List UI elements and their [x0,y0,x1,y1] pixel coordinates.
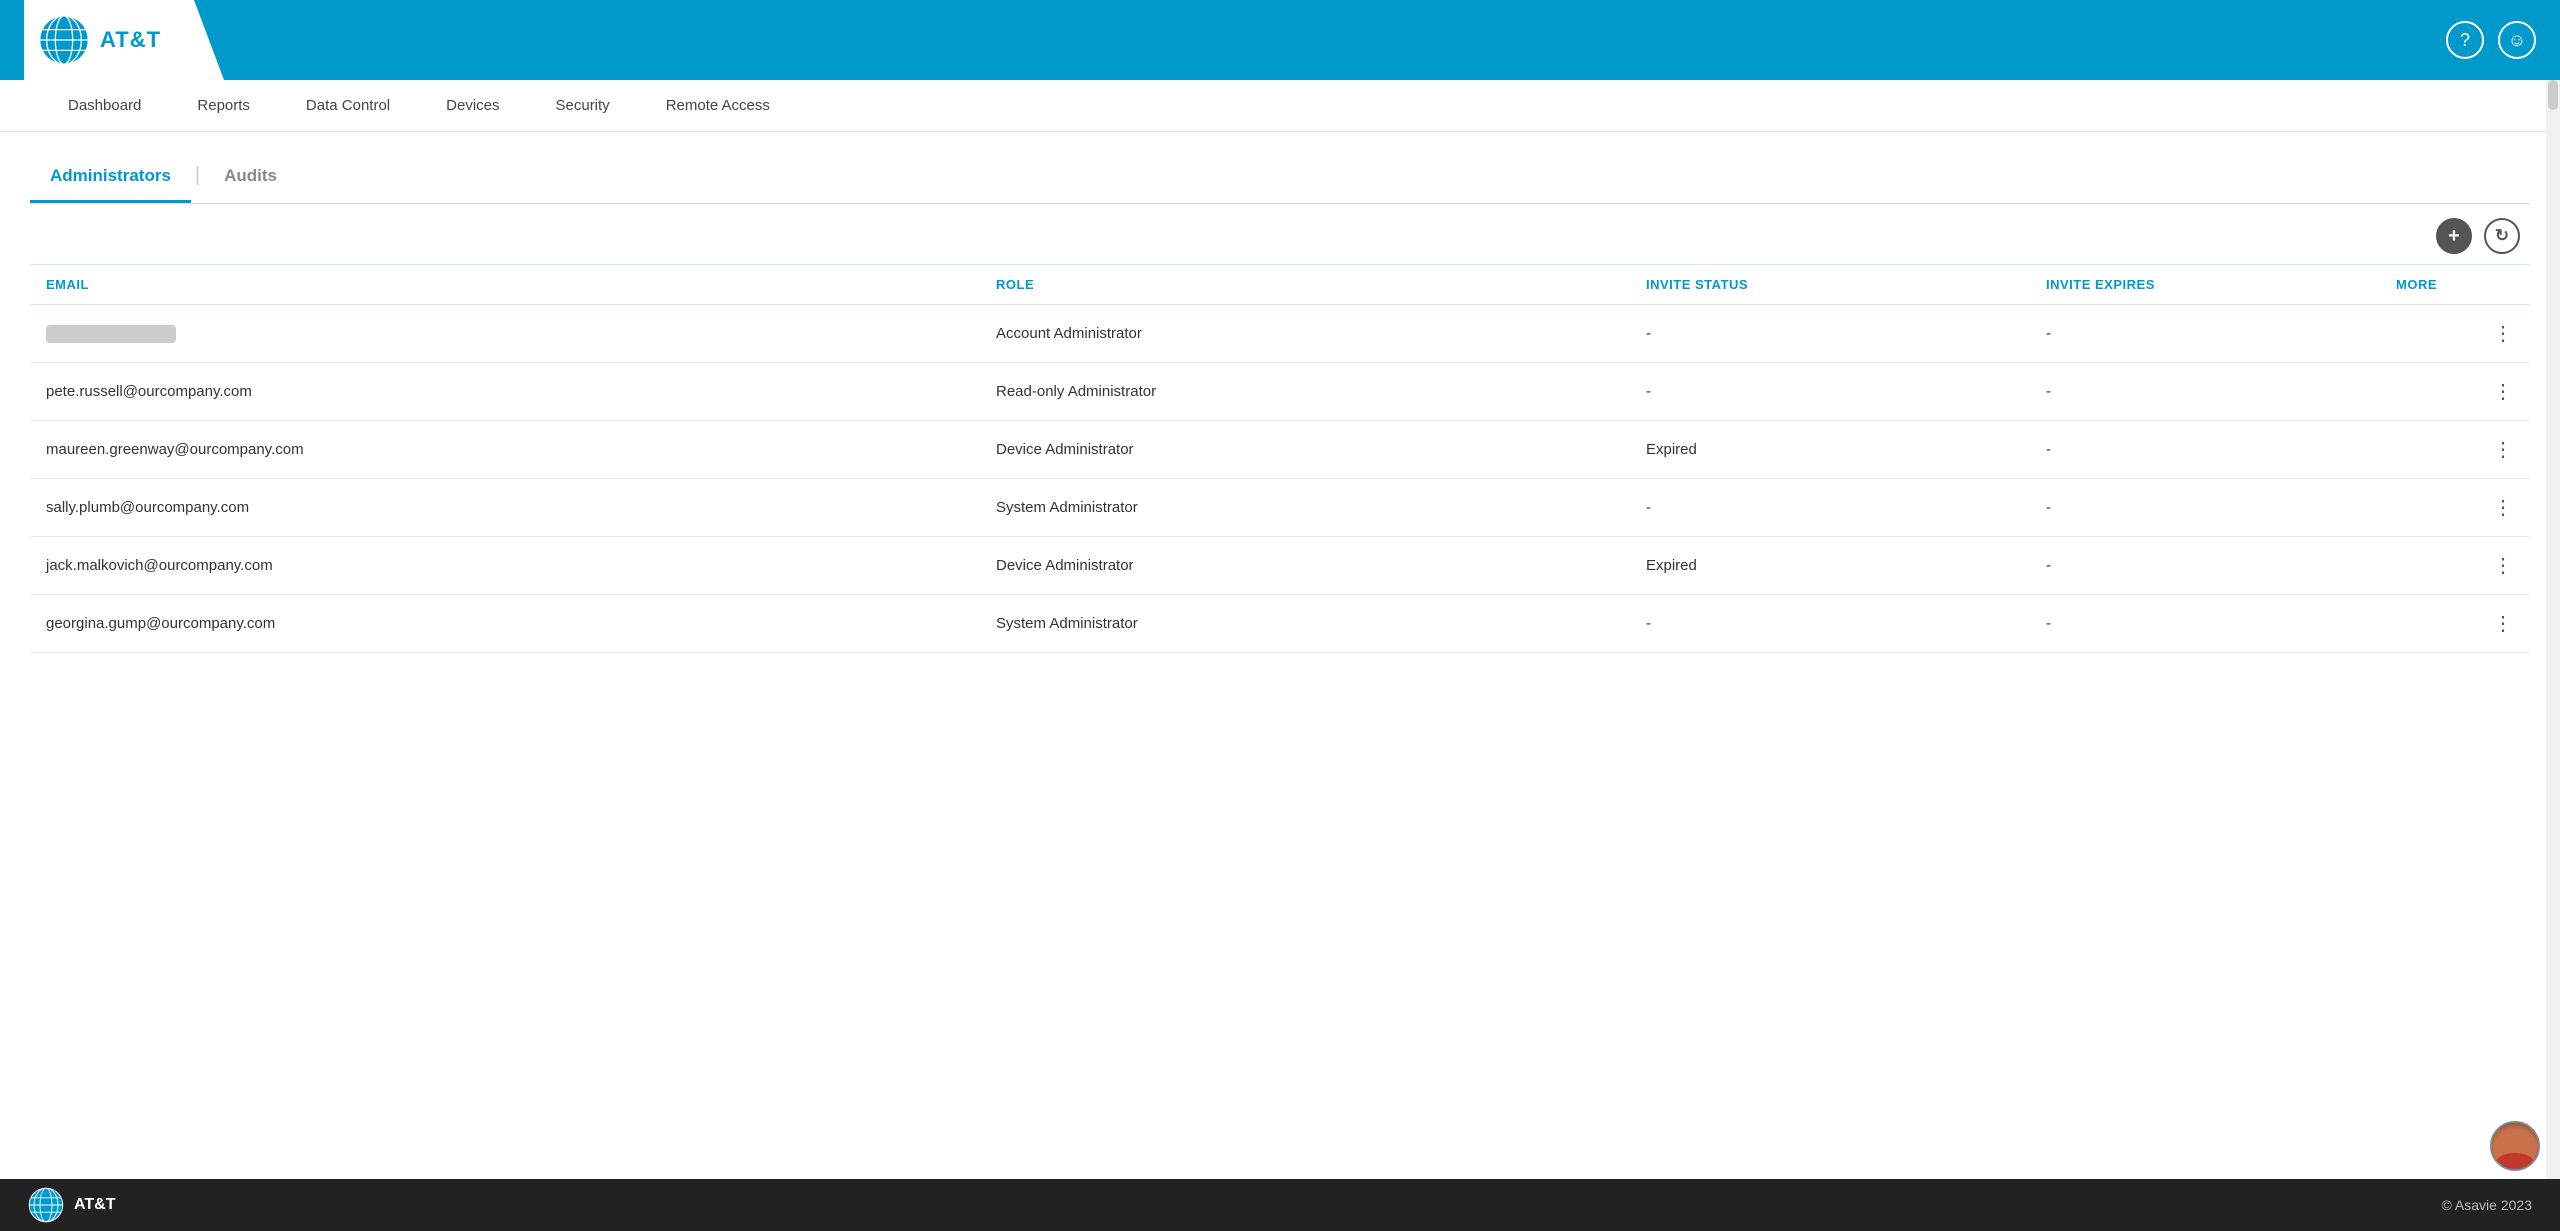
refresh-icon: ↻ [2495,226,2509,246]
blurred-email [46,325,176,343]
toolbar: + ↻ [30,204,2530,264]
cell-more[interactable]: ⋮ [2380,479,2530,537]
cell-email: sally.plumb@ourcompany.com [30,479,980,537]
logo-area: AT&T [24,0,224,80]
nav-security[interactable]: Security [528,80,638,132]
footer: AT&T © Asavie 2023 [0,1179,2560,1231]
table-row: jack.malkovich@ourcompany.comDevice Admi… [30,537,2530,595]
cell-more[interactable]: ⋮ [2380,537,2530,595]
nav-devices[interactable]: Devices [418,80,527,132]
att-logo-icon [38,14,90,66]
more-options-icon[interactable]: ⋮ [2493,437,2514,462]
cell-invite-status: - [1630,363,2030,421]
nav-reports[interactable]: Reports [169,80,278,132]
cell-email: pete.russell@ourcompany.com [30,363,980,421]
cell-more[interactable]: ⋮ [2380,595,2530,653]
footer-att-logo-icon [28,1187,64,1223]
scrollbar-track[interactable] [2546,80,2560,1179]
cell-invite-status: - [1630,305,2030,363]
cell-email: georgina.gump@ourcompany.com [30,595,980,653]
footer-copyright: © Asavie 2023 [2442,1197,2533,1213]
cell-role: System Administrator [980,595,1630,653]
tab-audits[interactable]: Audits [204,152,297,203]
more-options-icon[interactable]: ⋮ [2493,611,2514,636]
tabs-row: Administrators | Audits [30,152,2530,204]
cell-invite-status: - [1630,595,2030,653]
cell-invite-expires: - [2030,537,2380,595]
footer-logo: AT&T [28,1187,115,1223]
table-row: Account Administrator--⋮ [30,305,2530,363]
tab-divider: | [195,164,200,191]
cell-more[interactable]: ⋮ [2380,363,2530,421]
table-row: pete.russell@ourcompany.comRead-only Adm… [30,363,2530,421]
nav-bar: Dashboard Reports Data Control Devices S… [0,80,2560,132]
header-icons: ? ☺ [2446,21,2536,59]
nav-dashboard[interactable]: Dashboard [40,80,169,132]
logo-text: AT&T [100,27,161,53]
col-header-role: ROLE [980,265,1630,305]
more-options-icon[interactable]: ⋮ [2493,495,2514,520]
cell-invite-status: Expired [1630,421,2030,479]
administrators-table: EMAIL ROLE INVITE STATUS INVITE EXPIRES … [30,264,2530,653]
cell-invite-expires: - [2030,421,2380,479]
scrollbar-thumb[interactable] [2548,80,2558,110]
avatar-face [2492,1123,2538,1169]
nav-data-control[interactable]: Data Control [278,80,418,132]
cell-invite-expires: - [2030,595,2380,653]
help-button[interactable]: ? [2446,21,2484,59]
cell-invite-expires: - [2030,305,2380,363]
main-content: Administrators | Audits + ↻ EMAIL ROLE [0,132,2560,1179]
col-header-more: MORE [2380,265,2530,305]
nav-remote-access[interactable]: Remote Access [638,80,798,132]
cell-role: Account Administrator [980,305,1630,363]
cell-invite-expires: - [2030,363,2380,421]
cell-email: jack.malkovich@ourcompany.com [30,537,980,595]
table-row: sally.plumb@ourcompany.comSystem Adminis… [30,479,2530,537]
top-header: AT&T ? ☺ [0,0,2560,80]
help-icon: ? [2460,30,2470,51]
table-row: georgina.gump@ourcompany.comSystem Admin… [30,595,2530,653]
cell-email: maureen.greenway@ourcompany.com [30,421,980,479]
cell-role: Device Administrator [980,537,1630,595]
user-icon: ☺ [2508,30,2526,51]
footer-logo-text: AT&T [74,1196,115,1214]
more-options-icon[interactable]: ⋮ [2493,321,2514,346]
cell-invite-status: - [1630,479,2030,537]
more-options-icon[interactable]: ⋮ [2493,553,2514,578]
cell-invite-status: Expired [1630,537,2030,595]
cell-role: Device Administrator [980,421,1630,479]
more-options-icon[interactable]: ⋮ [2493,379,2514,404]
table-row: maureen.greenway@ourcompany.comDevice Ad… [30,421,2530,479]
cell-invite-expires: - [2030,479,2380,537]
add-admin-button[interactable]: + [2436,218,2472,254]
col-header-invite-expires: INVITE EXPIRES [2030,265,2380,305]
avatar-hair [2496,1153,2534,1169]
cell-role: Read-only Administrator [980,363,1630,421]
table-header-row: EMAIL ROLE INVITE STATUS INVITE EXPIRES … [30,265,2530,305]
cell-email [30,305,980,363]
add-icon: + [2448,225,2460,248]
refresh-button[interactable]: ↻ [2484,218,2520,254]
col-header-email: EMAIL [30,265,980,305]
user-profile-button[interactable]: ☺ [2498,21,2536,59]
cell-role: System Administrator [980,479,1630,537]
col-header-invite-status: INVITE STATUS [1630,265,2030,305]
cell-more[interactable]: ⋮ [2380,421,2530,479]
avatar-button[interactable] [2490,1121,2540,1171]
tab-administrators[interactable]: Administrators [30,152,191,203]
cell-more[interactable]: ⋮ [2380,305,2530,363]
